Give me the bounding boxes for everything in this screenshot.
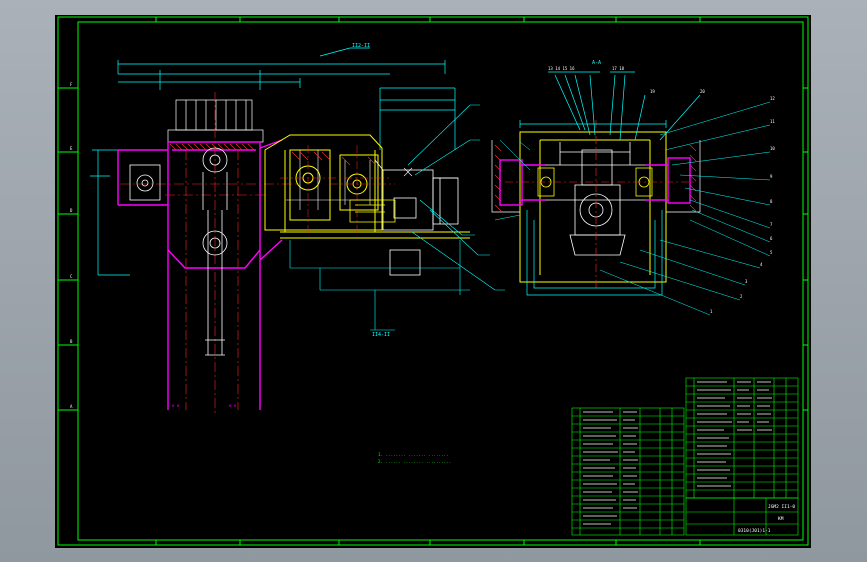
zoom-target-icon — [403, 167, 413, 177]
svg-text:13 14 15 16: 13 14 15 16 — [548, 66, 575, 71]
svg-text:17 18: 17 18 — [612, 66, 625, 71]
base-dimensions — [289, 104, 505, 331]
svg-text:11: 11 — [770, 119, 775, 124]
section-frame — [519, 131, 667, 283]
svg-text:o o: o o — [172, 403, 180, 408]
coupling-motor — [374, 159, 459, 276]
piston-assembly — [129, 147, 228, 356]
view-label-ii2: II2-II — [352, 43, 370, 49]
housing-bottom-markers: o oo o — [172, 403, 237, 408]
svg-text:D: D — [70, 208, 73, 213]
svg-text:4: 4 — [760, 262, 763, 267]
section-leaders — [494, 101, 771, 316]
view-label-aa: A-A — [592, 60, 601, 66]
section-view-right: A-A 121110 987 654 321 13 14 15 16 17 18… — [491, 60, 775, 316]
svg-text:B: B — [70, 339, 73, 344]
housing-hatch — [169, 143, 255, 151]
svg-text:C: C — [70, 274, 73, 279]
project-code: 0310(J01)1-1 — [738, 528, 771, 534]
parts-list-text — [583, 381, 772, 525]
gearbox — [264, 134, 470, 239]
gearbox-hatch — [291, 151, 377, 166]
svg-text:10: 10 — [770, 146, 775, 151]
svg-text:5: 5 — [770, 250, 773, 255]
section-base — [519, 71, 701, 296]
title-block-text: JGM2 II1-0 KM 0310(J01)1-1 — [738, 504, 795, 534]
svg-text:1: 1 — [710, 309, 713, 314]
svg-text:8: 8 — [770, 199, 773, 204]
svg-text:o o: o o — [229, 403, 237, 408]
section-mechanism — [545, 142, 645, 256]
note-line-1: 1. ........ ....... ........ — [378, 452, 449, 457]
parts-list — [571, 377, 799, 536]
svg-text:F: F — [70, 82, 73, 87]
note-line-2: 2. ...... ........ .......... — [378, 459, 451, 464]
technical-notes: 1. ........ ....... ........ 2. ...... .… — [378, 452, 451, 464]
svg-text:6: 6 — [770, 236, 773, 241]
main-view-left: II2-II o o o o II4-II — [90, 43, 505, 415]
view-label-ii4: II4-II — [372, 332, 390, 338]
drawing-canvas[interactable]: F E D C B A II2-II o o o o II4-II A-A 121110… — [55, 15, 811, 548]
svg-text:E: E — [70, 146, 73, 151]
motor-block — [167, 99, 264, 143]
sheet-code: KM — [778, 516, 784, 522]
svg-text:12: 12 — [770, 96, 775, 101]
frame-zone-labels: F E D C B A — [70, 82, 73, 409]
hoist-housing — [117, 139, 283, 410]
svg-text:2: 2 — [740, 294, 743, 299]
svg-text:20: 20 — [700, 89, 705, 94]
svg-text:19: 19 — [650, 89, 655, 94]
drawing-number: JGM2 II1-0 — [768, 504, 795, 510]
cad-viewport[interactable]: F E D C B A II2-II o o o o II4-II A-A 12 11 … — [0, 0, 867, 562]
gearbox-detail — [286, 150, 378, 210]
svg-text:9: 9 — [770, 174, 773, 179]
top-dimensions — [90, 47, 456, 276]
svg-text:7: 7 — [770, 222, 773, 227]
svg-text:3: 3 — [745, 279, 748, 284]
svg-text:A: A — [70, 404, 73, 409]
